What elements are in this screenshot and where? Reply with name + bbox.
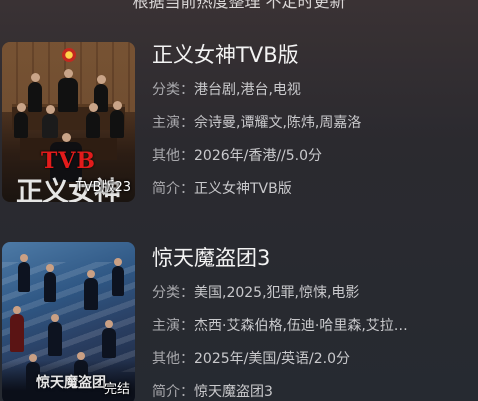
poster-figure	[42, 105, 58, 138]
category-value: 美国,2025,犯罪,惊悚,电影	[194, 285, 360, 301]
category-value: 港台剧,港台,电视	[194, 82, 301, 98]
update-note: 根据当前热度整理 不定时更新	[132, 0, 346, 11]
video-card[interactable]: 惊天魔盗团 完结 惊天魔盗团3 分类：美国,2025,犯罪,惊悚,电影 主演：杰…	[0, 230, 478, 401]
poster-title-art: 惊天魔盗团	[36, 375, 106, 391]
summary-value: 正义女神TVB版	[194, 181, 292, 197]
poster-figure	[102, 320, 116, 358]
other-label: 其他：	[152, 351, 194, 367]
video-title[interactable]: 正义女神TVB版	[152, 39, 478, 71]
other-value: 2026年/香港//5.0分	[194, 148, 323, 164]
poster-figure	[112, 258, 124, 296]
poster-figure	[110, 101, 124, 138]
poster-figure	[14, 103, 28, 138]
poster-figure	[58, 69, 78, 112]
summary-label: 简介：	[152, 181, 194, 197]
cast-row: 主演：佘诗曼,谭耀文,陈炜,周嘉洛	[152, 110, 478, 137]
episode-badge: TVB版23	[75, 180, 131, 195]
cast-label: 主演：	[152, 115, 194, 131]
video-title[interactable]: 惊天魔盗团3	[152, 242, 478, 274]
video-card[interactable]: TVB 正义女神 TVB版23 正义女神TVB版 分类：港台剧,港台,电视 主演…	[0, 27, 478, 205]
poster-figure	[28, 73, 42, 112]
poster-figure	[86, 103, 100, 138]
other-value: 2025年/美国/英语/2.0分	[194, 351, 351, 367]
summary-row: 简介：正义女神TVB版	[152, 176, 478, 203]
cast-value: 杰西·艾森伯格,伍迪·哈里森,艾拉…	[194, 318, 408, 334]
category-row: 分类：美国,2025,犯罪,惊悚,电影	[152, 280, 478, 307]
poster-thumbnail[interactable]: TVB 正义女神 TVB版23	[2, 42, 135, 202]
category-row: 分类：港台剧,港台,电视	[152, 77, 478, 104]
poster-thumbnail[interactable]: 惊天魔盗团 完结	[2, 242, 135, 401]
cast-value: 佘诗曼,谭耀文,陈炜,周嘉洛	[194, 115, 362, 131]
poster-figure	[44, 264, 56, 302]
other-row: 其他：2025年/美国/英语/2.0分	[152, 346, 478, 373]
other-row: 其他：2026年/香港//5.0分	[152, 143, 478, 170]
summary-value: 惊天魔盗团3	[194, 384, 273, 400]
summary-label: 简介：	[152, 384, 194, 400]
video-info: 正义女神TVB版 分类：港台剧,港台,电视 主演：佘诗曼,谭耀文,陈炜,周嘉洛 …	[152, 39, 478, 203]
poster-figure	[48, 314, 62, 356]
status-badge: 完结	[103, 382, 130, 397]
other-label: 其他：	[152, 148, 194, 164]
cast-row: 主演：杰西·艾森伯格,伍迪·哈里森,艾拉…	[152, 313, 478, 340]
emblem-icon	[62, 48, 76, 62]
category-label: 分类：	[152, 82, 194, 98]
poster-figure	[18, 254, 30, 292]
cast-label: 主演：	[152, 318, 194, 334]
video-info: 惊天魔盗团3 分类：美国,2025,犯罪,惊悚,电影 主演：杰西·艾森伯格,伍迪…	[152, 242, 478, 401]
video-list-screen: 根据当前热度整理 不定时更新 TVB 正义女神 TVB版23 正义女神TVB版 …	[0, 0, 478, 401]
summary-row: 简介：惊天魔盗团3	[152, 379, 478, 401]
poster-figure	[84, 270, 98, 310]
category-label: 分类：	[152, 285, 194, 301]
poster-figure	[10, 306, 24, 352]
